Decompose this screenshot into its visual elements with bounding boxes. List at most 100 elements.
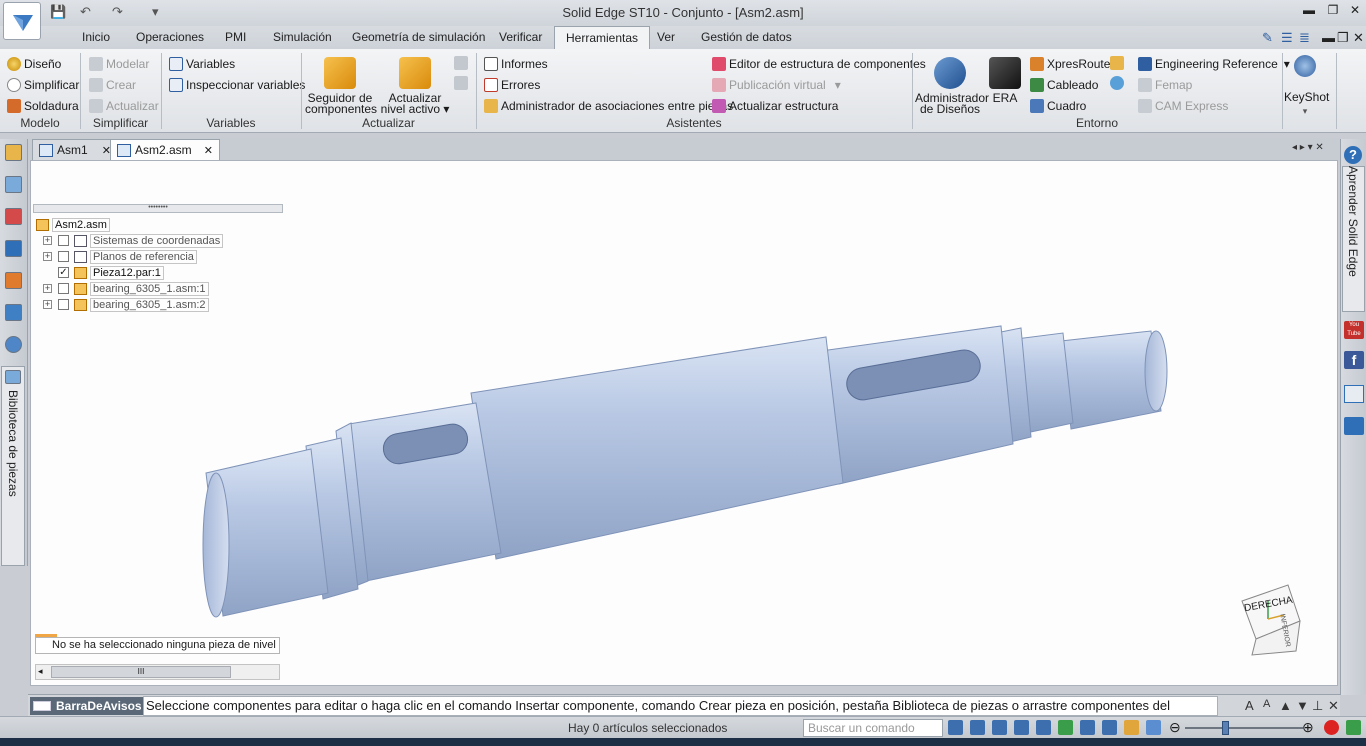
tree-root[interactable]: Asm2.asm bbox=[36, 217, 110, 232]
xpresroute-button[interactable]: XpresRoute bbox=[1030, 54, 1110, 73]
community-icon[interactable] bbox=[1344, 417, 1364, 435]
editor-estructura-button[interactable]: Editor de estructura de componentes bbox=[712, 54, 926, 73]
help-icon[interactable]: ✎ bbox=[1262, 30, 1273, 46]
close-button[interactable]: ✕ bbox=[1344, 3, 1366, 21]
expand-icon[interactable]: + bbox=[43, 300, 52, 309]
text-small-icon[interactable]: A bbox=[1263, 698, 1270, 710]
stack-icon[interactable]: ≣ bbox=[1299, 30, 1310, 46]
display-mode-icon[interactable] bbox=[1146, 720, 1161, 735]
scroll-down-icon[interactable]: ▼ bbox=[1296, 698, 1309, 713]
crear-button[interactable]: Crear bbox=[89, 75, 136, 94]
close-icon[interactable]: ✕ bbox=[1328, 698, 1339, 714]
administrador-disenos-button[interactable]: Administrador de Diseños bbox=[915, 57, 989, 115]
visibility-checkbox[interactable] bbox=[58, 283, 69, 294]
actualizar-estructura-button[interactable]: Actualizar estructura bbox=[712, 96, 838, 115]
modelar-button[interactable]: Modelar bbox=[89, 54, 149, 73]
globe-icon[interactable] bbox=[1110, 76, 1124, 90]
upload-icon[interactable] bbox=[1346, 720, 1361, 735]
keyshot-button[interactable]: KeyShot ▾ bbox=[1284, 55, 1329, 117]
graphics-viewport[interactable]: •••••••• Asm2.asm + Sistemas de coordena… bbox=[30, 160, 1338, 686]
zoom-icon[interactable] bbox=[992, 720, 1007, 735]
doc-tab-asm2[interactable]: Asm2.asm ✕ bbox=[110, 139, 220, 160]
tab-verificar[interactable]: Verificar bbox=[493, 30, 548, 44]
doc-tab-asm1[interactable]: Asm1 ✕ bbox=[32, 139, 118, 160]
tree-item[interactable]: + bearing_6305_1.asm:2 bbox=[43, 297, 209, 312]
cam-express-button[interactable]: CAM Express bbox=[1138, 96, 1228, 115]
shaft-model[interactable] bbox=[31, 161, 1338, 686]
tool-icon[interactable] bbox=[1110, 56, 1124, 70]
variables-button[interactable]: Variables bbox=[169, 54, 235, 73]
zoom-in-icon[interactable]: ⊕ bbox=[1302, 719, 1314, 736]
doc-close-icon[interactable]: ✕ bbox=[1353, 30, 1364, 46]
expand-icon[interactable]: + bbox=[43, 236, 52, 245]
tab-geometria-simulacion[interactable]: Geometría de simulación bbox=[346, 30, 491, 44]
app-logo-icon[interactable] bbox=[3, 2, 41, 40]
tree-horizontal-scrollbar[interactable]: ◂ III bbox=[35, 664, 280, 680]
text-large-icon[interactable]: A bbox=[1245, 698, 1254, 713]
actualizar-simplificado-button[interactable]: Actualizar bbox=[89, 96, 159, 115]
pin-icon[interactable]: ⊥ bbox=[1312, 698, 1323, 714]
zoom-slider[interactable] bbox=[1185, 727, 1303, 729]
stop-icon[interactable] bbox=[1324, 720, 1339, 735]
era-button[interactable]: ERA bbox=[987, 57, 1023, 104]
minimize-button[interactable]: ▬ bbox=[1298, 3, 1320, 21]
facebook-icon[interactable]: f bbox=[1344, 351, 1364, 369]
tab-operaciones[interactable]: Operaciones bbox=[130, 30, 210, 44]
zoom-out-icon[interactable]: ⊖ bbox=[1169, 719, 1181, 736]
tree-drag-handle[interactable]: •••••••• bbox=[33, 204, 283, 213]
properties-icon[interactable] bbox=[5, 304, 22, 321]
layers-icon[interactable] bbox=[5, 176, 22, 193]
tree-item[interactable]: ✓ Pieza12.par:1 bbox=[43, 265, 164, 280]
expand-icon[interactable]: + bbox=[43, 252, 52, 261]
zoom-slider-thumb[interactable] bbox=[1222, 721, 1229, 735]
relations-icon[interactable] bbox=[5, 208, 22, 225]
tab-simulacion[interactable]: Simulación bbox=[267, 30, 338, 44]
assembly-tree-icon[interactable] bbox=[5, 144, 22, 161]
tree-item[interactable]: + bearing_6305_1.asm:1 bbox=[43, 281, 209, 296]
settings-gear-icon[interactable] bbox=[5, 336, 22, 353]
soldadura-button[interactable]: Soldadura bbox=[7, 96, 79, 115]
doc-minimize-icon[interactable]: ▬ bbox=[1322, 30, 1335, 45]
help-circle-icon[interactable]: ? bbox=[1344, 146, 1362, 164]
update-small-icon[interactable] bbox=[454, 56, 468, 70]
view-cube[interactable]: DERECHA INFERIOR bbox=[1238, 581, 1304, 657]
cuadro-button[interactable]: Cuadro bbox=[1030, 96, 1086, 115]
scroll-thumb[interactable]: III bbox=[51, 666, 231, 678]
actualizar-nivel-activo-button[interactable]: Actualizar nivel activo ▾ bbox=[379, 57, 451, 115]
zoom-area-icon[interactable] bbox=[970, 720, 985, 735]
list-icon[interactable]: ☰ bbox=[1281, 30, 1293, 46]
restore-button[interactable]: ❐ bbox=[1322, 3, 1344, 21]
cableado-button[interactable]: Cableado bbox=[1030, 75, 1098, 94]
display-icon[interactable] bbox=[5, 272, 22, 289]
tree-item[interactable]: + Sistemas de coordenadas bbox=[43, 233, 224, 248]
visibility-checkbox[interactable] bbox=[58, 299, 69, 310]
youtube-icon[interactable]: You Tube bbox=[1344, 321, 1364, 339]
publicacion-virtual-button[interactable]: Publicación virtual ▾ bbox=[712, 75, 841, 94]
visibility-checkbox[interactable] bbox=[58, 235, 69, 246]
orient-icon[interactable] bbox=[1102, 720, 1117, 735]
visibility-checkbox[interactable] bbox=[58, 251, 69, 262]
femap-button[interactable]: Femap bbox=[1138, 75, 1192, 94]
doc-restore-icon[interactable]: ❐ bbox=[1337, 30, 1349, 46]
update-small-2-icon[interactable] bbox=[454, 76, 468, 90]
scroll-up-icon[interactable]: ▲ bbox=[1279, 698, 1292, 713]
visibility-checkbox-checked[interactable]: ✓ bbox=[58, 267, 69, 278]
inspeccionar-variables-button[interactable]: Inspeccionar variables bbox=[169, 75, 305, 94]
rotate-icon[interactable] bbox=[1058, 720, 1073, 735]
tab-herramientas[interactable]: Herramientas bbox=[554, 26, 651, 49]
errores-button[interactable]: Errores bbox=[484, 75, 540, 94]
informes-button[interactable]: Informes bbox=[484, 54, 548, 73]
scroll-left-icon[interactable]: ◂ bbox=[38, 666, 43, 677]
arrow-icon[interactable] bbox=[948, 720, 963, 735]
question-icon[interactable] bbox=[5, 240, 22, 257]
administrador-asociaciones-button[interactable]: Administrador de asociaciones entre piez… bbox=[484, 96, 733, 115]
simplificar-mode-button[interactable]: Simplificar bbox=[7, 75, 79, 94]
diseno-button[interactable]: Diseño bbox=[7, 54, 61, 73]
tab-inicio[interactable]: Inicio bbox=[76, 30, 116, 44]
shading-icon[interactable] bbox=[1124, 720, 1139, 735]
tab-scroll-icons[interactable]: ◂ ▸ ▾ ✕ bbox=[1292, 142, 1324, 153]
expand-icon[interactable]: + bbox=[43, 284, 52, 293]
fit-icon[interactable] bbox=[1014, 720, 1029, 735]
engineering-reference-button[interactable]: Engineering Reference ▾ bbox=[1138, 54, 1290, 73]
tree-item[interactable]: + Planos de referencia bbox=[43, 249, 197, 264]
